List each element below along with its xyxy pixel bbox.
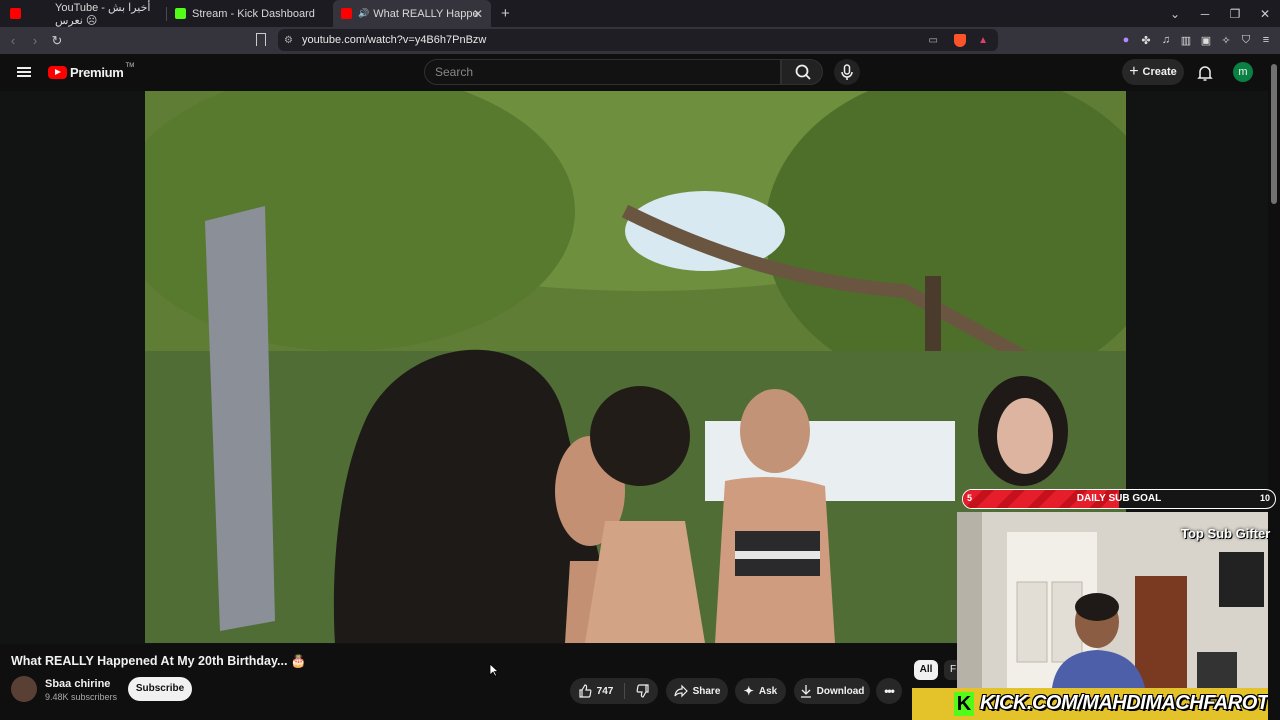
- video-title: What REALLY Happened At My 20th Birthday…: [11, 654, 307, 668]
- kick-favicon-icon: [175, 8, 186, 19]
- page-scrollbar[interactable]: [1268, 54, 1280, 720]
- wallet-icon[interactable]: ▣: [1198, 34, 1214, 48]
- new-tab-button[interactable]: +: [501, 5, 510, 22]
- kick-channel-url: KICK.COM/MAHDIMACHFAROTB: [980, 692, 1268, 714]
- puzzle-icon[interactable]: ✤: [1138, 34, 1154, 48]
- logo-text: Premium: [70, 65, 124, 80]
- bookmark-icon[interactable]: [256, 33, 266, 46]
- browser-tab-kick[interactable]: Stream - Kick Dashboard: [167, 0, 333, 27]
- back-icon[interactable]: ‹: [2, 33, 24, 48]
- browser-tab-youtube[interactable]: YouTube - أخيرا بش نعرس ☹: [0, 0, 166, 27]
- thumbs-down-icon[interactable]: [636, 684, 650, 698]
- search-icon: [795, 64, 811, 80]
- youtube-header: Premium TM Search + Create m: [0, 54, 1268, 91]
- subscribe-button[interactable]: Subscribe: [128, 677, 192, 701]
- tab-label: Stream - Kick Dashboard: [192, 7, 315, 20]
- tab-list-icon[interactable]: ⌄: [1160, 7, 1190, 21]
- youtube-play-icon: [48, 66, 67, 79]
- rewards-icon[interactable]: ▲: [978, 35, 988, 46]
- site-settings-icon[interactable]: ⚙: [284, 35, 293, 46]
- ask-label: Ask: [758, 685, 778, 697]
- more-horizontal-icon: •••: [884, 684, 895, 698]
- thumbs-up-icon[interactable]: [578, 684, 592, 698]
- hamburger-menu-icon[interactable]: [17, 67, 31, 77]
- like-dislike-group: 747: [570, 678, 658, 704]
- maximize-icon[interactable]: ❐: [1220, 7, 1250, 21]
- plus-icon: +: [1129, 63, 1139, 80]
- share-label: Share: [692, 685, 721, 697]
- reload-icon[interactable]: ↻: [46, 33, 68, 49]
- speaker-icon: 🔊: [358, 8, 370, 18]
- minimize-icon[interactable]: ─: [1190, 7, 1220, 21]
- channel-avatar[interactable]: [11, 676, 37, 702]
- close-tab-icon[interactable]: ✕: [473, 7, 483, 21]
- tab-label: What REALLY Happened At M: [373, 7, 479, 20]
- voice-search-button[interactable]: [834, 59, 860, 85]
- download-button[interactable]: Download: [794, 678, 870, 704]
- browser-tab-video[interactable]: 🔊 What REALLY Happened At M ✕: [333, 0, 491, 27]
- address-bar[interactable]: ⚙ youtube.com/watch?v=y4B6h7PnBzw ▭ ▲: [278, 29, 998, 51]
- notifications-bell-icon[interactable]: [1196, 64, 1214, 82]
- top-sub-gifter-label: Top Sub Gifter: [1181, 526, 1271, 541]
- search-button[interactable]: [781, 59, 823, 85]
- channel-subscriber-count: 9.48K subscribers: [45, 692, 118, 702]
- like-count[interactable]: 747: [597, 686, 614, 697]
- account-avatar[interactable]: m: [1233, 62, 1253, 82]
- mouse-cursor-icon: [489, 663, 499, 677]
- logo-trademark: TM: [125, 62, 135, 69]
- vpn-icon[interactable]: ⛉: [1238, 34, 1254, 48]
- menu-icon[interactable]: ≡: [1258, 34, 1274, 48]
- youtube-premium-logo[interactable]: Premium TM: [48, 62, 135, 80]
- window-controls: ⌄ ─ ❐ ✕: [1160, 0, 1280, 27]
- download-icon: [800, 685, 811, 698]
- tab-label: YouTube - أخيرا بش نعرس ☹: [55, 1, 151, 27]
- create-button[interactable]: + Create: [1122, 59, 1184, 85]
- more-actions-button[interactable]: •••: [876, 678, 902, 704]
- url-text: youtube.com/watch?v=y4B6h7PnBzw: [302, 34, 487, 46]
- brave-shield-icon[interactable]: [954, 33, 966, 47]
- extension-icon[interactable]: ●: [1118, 34, 1134, 48]
- cast-icon[interactable]: ▭: [929, 35, 938, 46]
- sub-goal-max: 10: [1259, 493, 1270, 503]
- leo-icon[interactable]: ✧: [1218, 34, 1234, 48]
- sub-goal-label: DAILY SUB GOAL: [1076, 493, 1162, 504]
- download-label: Download: [816, 685, 865, 697]
- like-divider: [624, 683, 626, 699]
- ask-button[interactable]: ✦ Ask: [735, 678, 786, 704]
- share-button[interactable]: Share: [666, 678, 728, 704]
- share-icon: [673, 684, 688, 698]
- chip-all[interactable]: All: [914, 660, 938, 680]
- channel-name[interactable]: Sbaa chirine: [45, 678, 110, 690]
- forward-icon[interactable]: ›: [24, 33, 46, 48]
- kick-logo-icon: K: [954, 692, 974, 716]
- music-icon[interactable]: ♫: [1158, 34, 1174, 48]
- youtube-favicon-icon: [10, 8, 21, 19]
- scrollbar-thumb[interactable]: [1271, 64, 1277, 204]
- search-input[interactable]: Search: [424, 59, 781, 85]
- create-label: Create: [1142, 66, 1177, 78]
- youtube-favicon-icon: [341, 8, 352, 19]
- kick-url-banner: K KICK.COM/MAHDIMACHFAROTB: [912, 688, 1268, 720]
- extensions-area: ● ✤ ♫ ▥ ▣ ✧ ⛉ ≡: [1118, 27, 1280, 54]
- sparkle-icon: ✦: [743, 684, 754, 698]
- microphone-icon: [841, 64, 853, 80]
- daily-sub-goal-bar: 5 DAILY SUB GOAL 10: [962, 489, 1276, 509]
- sidebar-icon[interactable]: ▥: [1178, 34, 1194, 48]
- close-window-icon[interactable]: ✕: [1250, 7, 1280, 21]
- browser-tab-strip: YouTube - أخيرا بش نعرس ☹ Stream - Kick …: [0, 0, 1280, 27]
